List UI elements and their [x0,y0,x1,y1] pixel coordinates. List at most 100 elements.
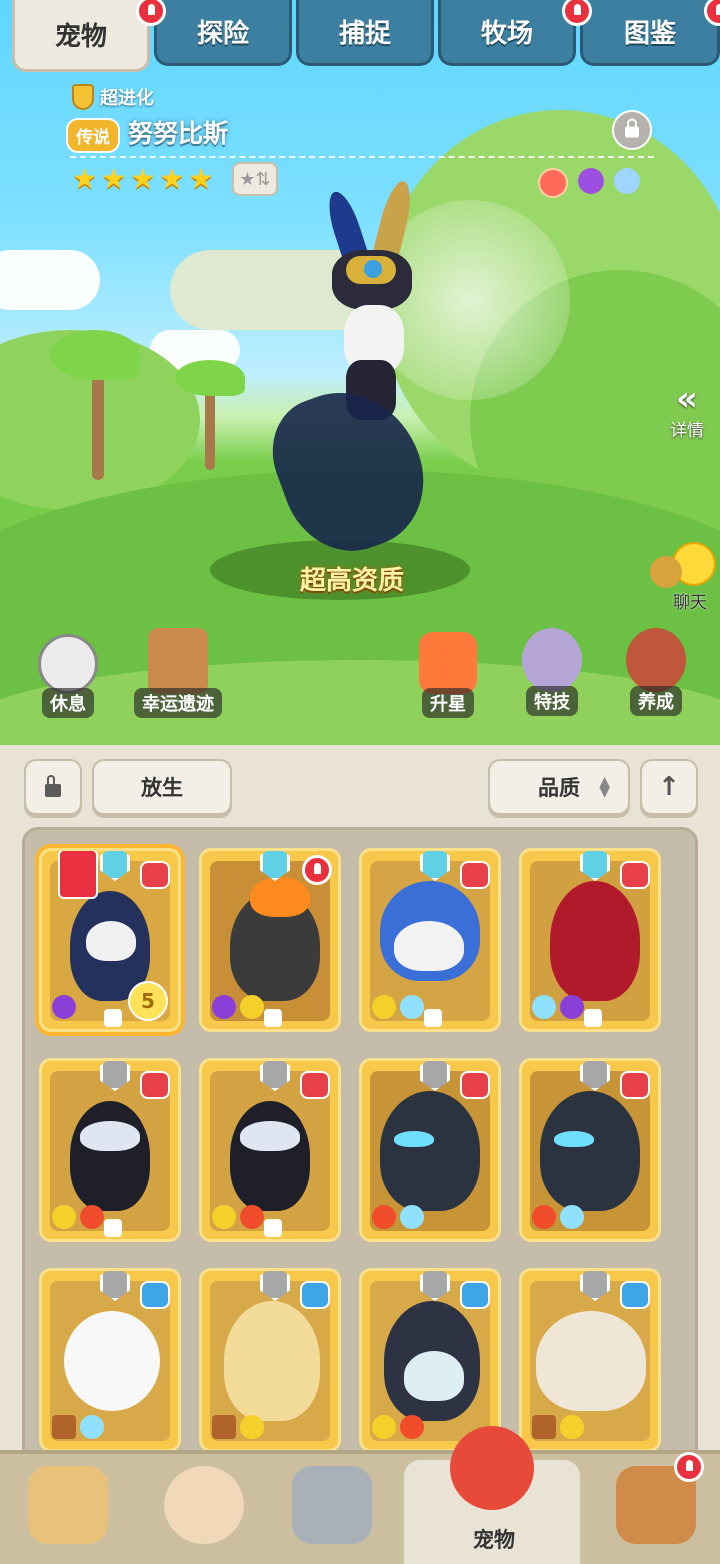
moon-icon [212,995,236,1019]
dino-pet-icon [450,1426,534,1510]
pet-portrait-shape [64,1311,160,1411]
pet-card[interactable] [359,1268,501,1452]
paw-badge-icon [460,1071,490,1099]
lock-toggle-button[interactable] [24,759,82,815]
sort-select[interactable]: 品质 ▲ ▼ [488,759,630,815]
star-icon: ★ [72,162,98,195]
sort-label: 品质 [538,776,580,800]
fire-icon [532,1205,556,1229]
snowflake-icon [400,995,424,1019]
pet-lock-button[interactable] [612,110,652,150]
star-up-icon [419,632,477,694]
wind-badge-icon [140,1281,170,1309]
tab-explore[interactable]: 探险 [154,0,292,66]
rest-button[interactable]: 休息 [30,634,106,718]
tab-codex[interactable]: 图鉴 [580,0,720,66]
rarity-badge: 传说 [66,118,120,153]
lock-icon [104,1009,122,1027]
wind-badge-icon [620,1281,650,1309]
pet-card[interactable]: 5 [39,848,181,1032]
top-tab-bar: 宠物 探险 捕捉 牧场 图鉴 [10,0,720,72]
caveman-avatar-icon [28,1466,108,1544]
pet-card[interactable] [199,1058,341,1242]
moon-icon [578,168,604,194]
pet-portrait-face [240,1121,300,1151]
pet-portrait-face [404,1351,464,1401]
relic-label: 幸运遗迹 [134,688,222,718]
paw-badge-icon [140,1071,170,1099]
lightning-icon [560,1415,584,1439]
paw-badge-icon [620,861,650,889]
lock-icon [264,1219,282,1237]
fire-icon [240,1205,264,1229]
nav-item-equipment[interactable] [282,1466,382,1556]
star-icon: ★ [101,162,127,195]
double-chevron-left-icon: « [676,379,698,419]
pet-card[interactable] [519,1058,661,1242]
rest-pet-icon [38,634,98,694]
skill-button[interactable]: 特技 [514,628,590,716]
pet-portrait-eye [554,1131,594,1147]
chat-button[interactable]: 聊天 [650,542,716,613]
lock-icon [104,1219,122,1237]
snowflake-icon [80,1415,104,1439]
evolution-label: 超进化 [100,88,154,109]
paw-badge-icon [140,861,170,889]
pet-card[interactable] [39,1058,181,1242]
lock-icon [584,1009,602,1027]
pet-card[interactable] [359,848,501,1032]
pet-portrait-face [80,1121,140,1151]
pet-portrait-shape [230,1101,310,1211]
earth-icon [52,1415,76,1439]
pet-card[interactable] [359,1058,501,1242]
train-label: 养成 [630,686,682,716]
wind-badge-icon [300,1281,330,1309]
sort-order-button[interactable]: ↑ [640,759,698,815]
tab-ranch[interactable]: 牧场 [438,0,576,66]
pet-type-icons [538,168,640,198]
pet-card[interactable] [199,848,341,1032]
train-button[interactable]: 养成 [618,628,694,716]
nav-item-character[interactable] [18,1466,118,1556]
pet-card[interactable] [519,848,661,1032]
tab-pet[interactable]: 宠物 [12,0,150,72]
quality-label: 超高资质 [300,566,405,596]
release-button[interactable]: 放生 [92,759,232,815]
lightning-icon [372,1415,396,1439]
pet-portrait-face [86,921,136,961]
star-element-icon [372,995,396,1019]
lock-icon [625,118,639,138]
rest-label: 休息 [42,688,94,718]
skill-pet-icon [522,628,582,692]
lucky-relic-button[interactable]: 幸运遗迹 [122,628,234,718]
star-swap-icon: ★⇅ [239,168,271,190]
fire-icon [400,1415,424,1439]
cloud [0,250,100,310]
paw-badge-icon [620,1071,650,1099]
snowflake-icon [532,995,556,1019]
moon-icon [52,995,76,1019]
star-up-button[interactable]: 升星 [412,632,484,718]
earth-icon [212,1415,236,1439]
pet-card[interactable] [39,1268,181,1452]
relic-shrine-icon [148,628,208,694]
pet-card-grid: 5 [22,827,698,1467]
divider [70,156,654,158]
lightning-icon [240,995,264,1019]
bottom-nav: 宠物 [0,1426,720,1564]
pet-card[interactable] [199,1268,341,1452]
paw-badge-icon [300,1071,330,1099]
pet-card[interactable] [519,1268,661,1452]
nav-item-hero[interactable] [154,1466,254,1556]
pet-monster[interactable] [256,160,570,580]
nav-item-pet[interactable] [442,1426,542,1516]
star-info-button[interactable]: ★⇅ [232,162,278,196]
pet-portrait-mane [250,877,310,917]
wind-badge-icon [460,1281,490,1309]
pet-scene: 宠物 探险 捕捉 牧场 图鉴 超进化 传说 努努比斯 ★ ★ ★ ★ ★ ★⇅ … [0,0,720,745]
detail-button[interactable]: « 详情 [670,382,704,441]
tab-capture[interactable]: 捕捉 [296,0,434,66]
pet-portrait-shape [380,1091,480,1211]
wind-icon [614,168,640,194]
snowflake-icon [400,1205,424,1229]
